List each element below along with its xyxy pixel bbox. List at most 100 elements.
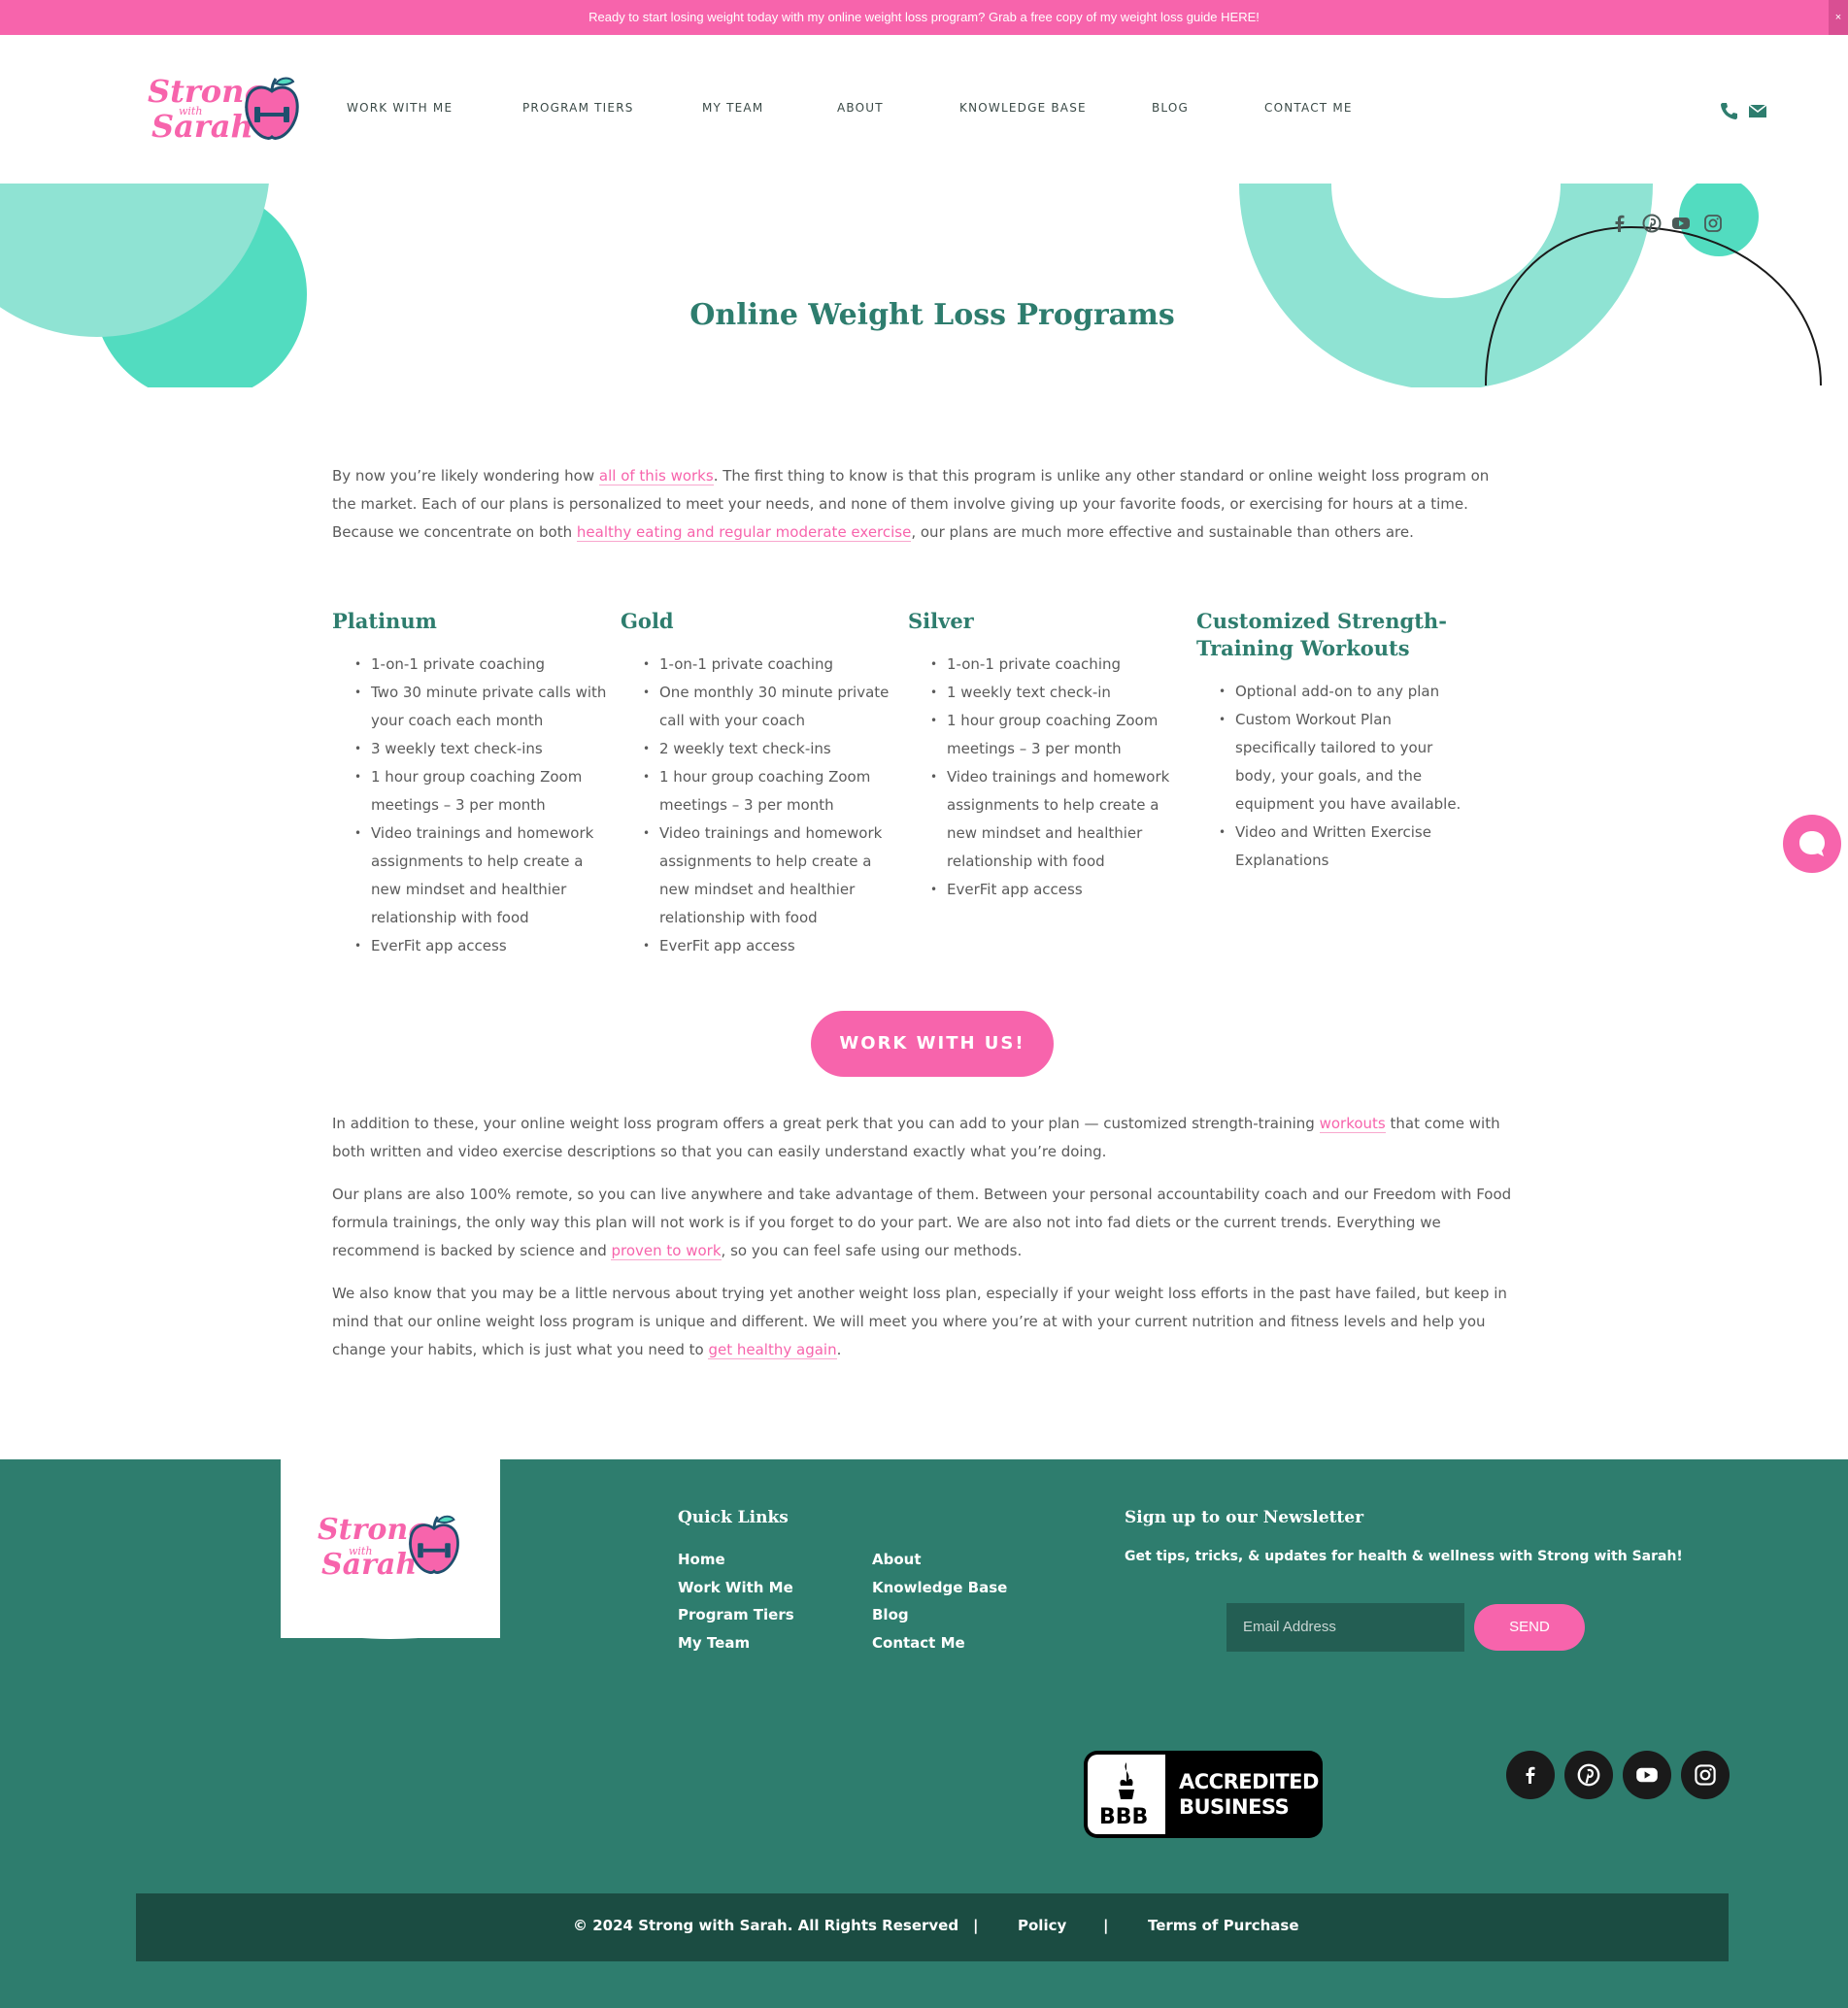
copyright-text: © 2024 Strong with Sarah. All Rights Res… — [573, 1917, 959, 1934]
footer-link-work-with-me[interactable]: Work With Me — [678, 1579, 793, 1596]
plan-gold: Gold 1-on-1 private coaching One monthly… — [621, 608, 902, 960]
pinterest-icon[interactable] — [1642, 214, 1662, 233]
site-footer: Strong with Sarah Quick Links Home Work … — [0, 1459, 1848, 2008]
bbb-business-text: BUSINESS — [1179, 1795, 1290, 1819]
link-proven-to-work[interactable]: proven to work — [611, 1242, 722, 1260]
list-item: 3 weekly text check-ins — [354, 735, 614, 763]
link-workouts[interactable]: workouts — [1319, 1115, 1386, 1133]
youtube-icon — [1636, 1767, 1658, 1783]
footer-link-blog[interactable]: Blog — [872, 1606, 909, 1623]
page-title: Online Weight Loss Programs — [689, 298, 1175, 332]
plan-features: Optional add-on to any plan Custom Worko… — [1196, 678, 1463, 875]
paragraph-text: , so you can feel safe using our methods… — [721, 1242, 1023, 1259]
footer-link-program-tiers[interactable]: Program Tiers — [678, 1606, 794, 1623]
logo-word-sarah: Sarah — [151, 108, 253, 145]
paragraph-text: We also know that you may be a little ne… — [332, 1285, 1507, 1358]
paragraph-remote: Our plans are also 100% remote, so you c… — [332, 1181, 1517, 1265]
plan-features: 1-on-1 private coaching One monthly 30 m… — [621, 651, 902, 960]
intro-text-3: , our plans are much more effective and … — [911, 523, 1414, 541]
nav-my-team[interactable]: MY TEAM — [702, 101, 763, 115]
apple-dumbbell-icon — [245, 77, 299, 140]
footer-link-knowledge-base[interactable]: Knowledge Base — [872, 1579, 1007, 1596]
pinterest-icon — [1577, 1763, 1600, 1787]
phone-icon[interactable] — [1719, 101, 1738, 120]
email-input[interactable]: Email Address — [1226, 1603, 1464, 1652]
intro-paragraph: By now you’re likely wondering how all o… — [332, 462, 1517, 547]
mail-icon[interactable] — [1748, 101, 1767, 120]
instagram-icon — [1695, 1764, 1716, 1786]
plan-strength-training: Customized Strength-Training Workouts Op… — [1196, 608, 1463, 875]
chat-button[interactable] — [1783, 815, 1841, 873]
nav-work-with-me[interactable]: WORK WITH ME — [347, 101, 453, 115]
decorative-circles-right — [1239, 184, 1822, 387]
apple-dumbbell-icon — [409, 1515, 459, 1574]
announcement-text[interactable]: Ready to start losing weight today with … — [0, 10, 1848, 24]
footer-link-about[interactable]: About — [872, 1551, 922, 1568]
list-item: 1 hour group coaching Zoom meetings – 3 … — [354, 763, 614, 820]
newsletter-title: Sign up to our Newsletter — [1125, 1508, 1364, 1527]
link-get-healthy-again[interactable]: get healthy again — [708, 1341, 837, 1359]
intro-text-1: By now you’re likely wondering how — [332, 467, 599, 485]
list-item: 1-on-1 private coaching — [354, 651, 614, 679]
list-item: One monthly 30 minute private call with … — [643, 679, 902, 735]
send-button[interactable]: SEND — [1474, 1604, 1585, 1651]
announcement-bar[interactable]: Ready to start losing weight today with … — [0, 0, 1848, 35]
bbb-accredited-text: ACCREDITED — [1179, 1770, 1319, 1793]
footer-youtube-button[interactable] — [1623, 1751, 1671, 1799]
list-item: EverFit app access — [354, 932, 614, 960]
decorative-circles-left — [0, 184, 307, 387]
footer-pinterest-button[interactable] — [1564, 1751, 1613, 1799]
list-item: 1-on-1 private coaching — [930, 651, 1190, 679]
terms-of-purchase-link[interactable]: Terms of Purchase — [1148, 1917, 1299, 1934]
bbb-accredited-badge[interactable]: BBB ACCREDITED BUSINESS — [1084, 1751, 1323, 1838]
footer-bottom-bar: © 2024 Strong with Sarah. All Rights Res… — [136, 1893, 1729, 1961]
plan-title: Gold — [621, 609, 674, 633]
list-item: Custom Workout Plan specifically tailore… — [1219, 706, 1463, 819]
site-logo[interactable]: Strong with Sarah — [146, 74, 301, 148]
youtube-icon[interactable] — [1671, 216, 1691, 231]
list-item: EverFit app access — [643, 932, 902, 960]
paragraph-perk: In addition to these, your online weight… — [332, 1110, 1517, 1166]
facebook-icon[interactable] — [1612, 215, 1628, 232]
footer-link-my-team[interactable]: My Team — [678, 1634, 750, 1652]
instagram-icon[interactable] — [1703, 214, 1723, 233]
plan-title: Silver — [908, 609, 974, 633]
footer-separator: | — [1103, 1917, 1109, 1934]
list-item: 2 weekly text check-ins — [643, 735, 902, 763]
quick-links-title: Quick Links — [678, 1508, 789, 1527]
footer-link-contact-me[interactable]: Contact Me — [872, 1634, 965, 1652]
footer-separator: | — [973, 1917, 979, 1934]
list-item: EverFit app access — [930, 876, 1190, 904]
paragraph-text: In addition to these, your online weight… — [332, 1115, 1320, 1132]
nav-blog[interactable]: BLOG — [1152, 101, 1189, 115]
plan-title: Platinum — [332, 609, 437, 633]
nav-program-tiers[interactable]: PROGRAM TIERS — [522, 101, 634, 115]
bbb-logo-panel: BBB — [1088, 1755, 1165, 1834]
work-with-us-button[interactable]: WORK WITH US! — [811, 1011, 1054, 1077]
newsletter-text: Get tips, tricks, & updates for health &… — [1125, 1549, 1683, 1564]
plan-silver: Silver 1-on-1 private coaching 1 weekly … — [908, 608, 1190, 904]
plan-features: 1-on-1 private coaching 1 weekly text ch… — [908, 651, 1190, 904]
chat-icon — [1799, 831, 1825, 856]
nav-contact-me[interactable]: CONTACT ME — [1264, 101, 1353, 115]
link-healthy-eating[interactable]: healthy eating and regular moderate exer… — [576, 523, 912, 542]
plan-platinum: Platinum 1-on-1 private coaching Two 30 … — [332, 608, 614, 960]
footer-instagram-button[interactable] — [1681, 1751, 1730, 1799]
footer-logo-box[interactable]: Strong with Sarah — [281, 1459, 500, 1639]
list-item: Video trainings and homework assignments… — [643, 820, 902, 932]
list-item: 1 hour group coaching Zoom meetings – 3 … — [643, 763, 902, 820]
list-item: 1 hour group coaching Zoom meetings – 3 … — [930, 707, 1190, 763]
list-item: Video trainings and homework assignments… — [930, 763, 1190, 876]
paragraph-text: . — [836, 1341, 842, 1358]
footer-facebook-button[interactable] — [1506, 1751, 1555, 1799]
site-header: Strong with Sarah WORK WITH ME PROGRAM T… — [0, 35, 1848, 184]
nav-knowledge-base[interactable]: KNOWLEDGE BASE — [959, 101, 1087, 115]
list-item: Video and Written Exercise Explanations — [1219, 819, 1463, 875]
footer-link-home[interactable]: Home — [678, 1551, 725, 1568]
link-all-of-this-works[interactable]: all of this works — [598, 467, 714, 485]
policy-link[interactable]: Policy — [1018, 1917, 1066, 1934]
list-item: Optional add-on to any plan — [1219, 678, 1463, 706]
nav-about[interactable]: ABOUT — [837, 101, 884, 115]
list-item: 1-on-1 private coaching — [643, 651, 902, 679]
close-icon[interactable]: × — [1829, 0, 1848, 35]
